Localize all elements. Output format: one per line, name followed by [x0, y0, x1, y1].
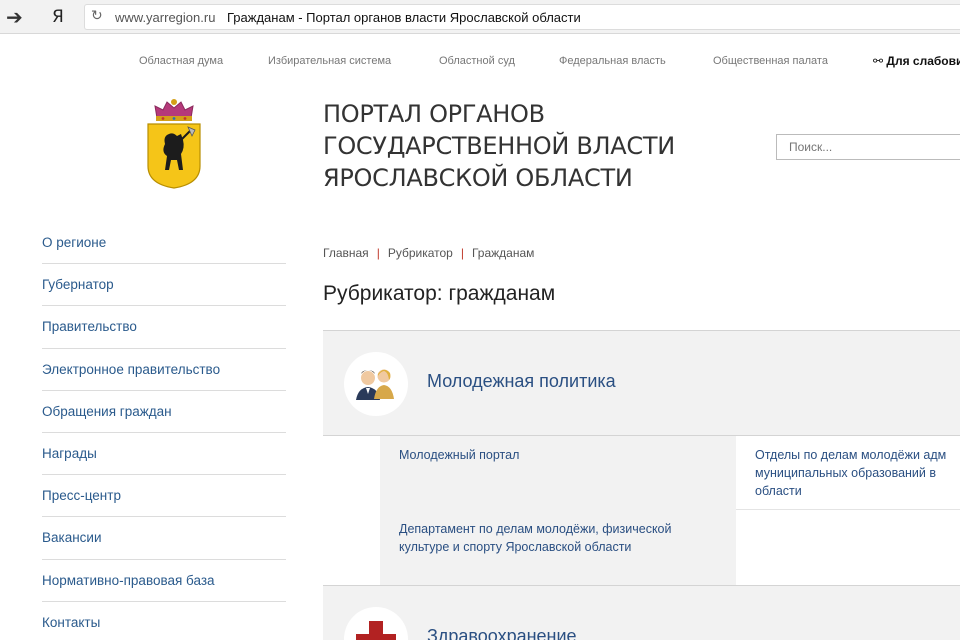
top-links-bar: Областная дума Избирательная система Обл…: [0, 54, 960, 69]
portal-title: ПОРТАЛ ОРГАНОВ ГОСУДАРСТВЕННОЙ ВЛАСТИ ЯР…: [323, 98, 743, 194]
category-youth-policy: Молодежная политика: [323, 330, 960, 436]
category-links-grid: Молодежный портал Отделы по делам молодё…: [323, 436, 960, 585]
address-bar[interactable]: ↻ www.yarregion.ru Гражданам - Портал ор…: [84, 4, 960, 30]
top-link-duma[interactable]: Областная дума: [139, 55, 223, 67]
link-youth-departments-line1: Отделы по делам молодёжи адм: [755, 448, 947, 462]
coat-of-arms-icon[interactable]: [145, 96, 203, 190]
sidebar-item-legal-base[interactable]: Нормативно-правовая база: [42, 560, 286, 602]
yandex-logo-icon[interactable]: Я: [52, 7, 64, 27]
accessibility-label: Для слабови...: [886, 54, 960, 68]
link-youth-sport-line2: культуре и спорту Ярославской области: [399, 540, 632, 554]
portal-title-line1: ПОРТАЛ ОРГАНОВ: [323, 100, 545, 128]
sidebar-item-citizen-appeals[interactable]: Обращения граждан: [42, 391, 286, 433]
sidebar-item-e-government[interactable]: Электронное правительство: [42, 349, 286, 391]
page-title: Рубрикатор: гражданам: [323, 282, 556, 305]
medical-cross-icon: [344, 607, 408, 640]
reload-icon[interactable]: ↻: [91, 8, 103, 24]
breadcrumb-separator: |: [460, 246, 464, 260]
category-title[interactable]: Здравоохранение: [427, 626, 577, 640]
breadcrumb-rubricator[interactable]: Рубрикатор: [388, 246, 453, 260]
category-healthcare: Здравоохранение: [323, 585, 960, 640]
search-input[interactable]: [776, 134, 960, 160]
sidebar-item-press-center[interactable]: Пресс-центр: [42, 475, 286, 518]
top-link-federal[interactable]: Федеральная власть: [559, 55, 666, 67]
url-text[interactable]: www.yarregion.ru: [115, 10, 215, 25]
sidebar-item-governor[interactable]: Губернатор: [42, 264, 286, 307]
grid-divider: [736, 509, 960, 510]
accessibility-link[interactable]: ⚯ Для слабови...: [873, 54, 960, 68]
link-youth-portal[interactable]: Молодежный портал: [399, 446, 719, 464]
forward-arrow-icon[interactable]: ➔: [6, 5, 23, 29]
sidebar-item-region[interactable]: О регионе: [42, 222, 286, 265]
portal-title-line2: ГОСУДАРСТВЕННОЙ ВЛАСТИ: [323, 132, 675, 160]
link-youth-departments-line3: области: [755, 484, 802, 498]
browser-toolbar: ➔ Я ↻ www.yarregion.ru Гражданам - Порта…: [0, 0, 960, 34]
breadcrumb-current: Гражданам: [471, 246, 535, 260]
breadcrumb: Главная | Рубрикатор | Гражданам: [323, 246, 534, 260]
people-icon: [344, 352, 408, 416]
link-youth-sport-line1: Департамент по делам молодёжи, физическо…: [399, 522, 672, 536]
breadcrumb-home[interactable]: Главная: [323, 246, 369, 260]
glasses-icon: ⚯: [873, 54, 884, 68]
sidebar-item-awards[interactable]: Награды: [42, 433, 286, 476]
sidebar-nav: О регионе Губернатор Правительство Элект…: [42, 222, 286, 640]
breadcrumb-separator: |: [376, 246, 380, 260]
page-title-in-address: Гражданам - Портал органов власти Яросла…: [227, 10, 581, 25]
category-title[interactable]: Молодежная политика: [427, 371, 616, 392]
sidebar-item-government[interactable]: Правительство: [42, 306, 286, 349]
top-link-court[interactable]: Областной суд: [439, 55, 515, 67]
portal-title-line3: ЯРОСЛАВСКОЙ ОБЛАСТИ: [323, 164, 633, 192]
link-youth-departments[interactable]: Отделы по делам молодёжи адм муниципальн…: [755, 446, 960, 500]
sidebar-item-contacts[interactable]: Контакты: [42, 602, 286, 640]
link-youth-sport-department[interactable]: Департамент по делам молодёжи, физическо…: [399, 520, 729, 556]
sidebar-item-vacancies[interactable]: Вакансии: [42, 517, 286, 560]
link-youth-departments-line2: муниципальных образований в: [755, 466, 936, 480]
top-link-chamber[interactable]: Общественная палата: [713, 55, 828, 67]
top-link-election[interactable]: Избирательная система: [268, 55, 391, 67]
